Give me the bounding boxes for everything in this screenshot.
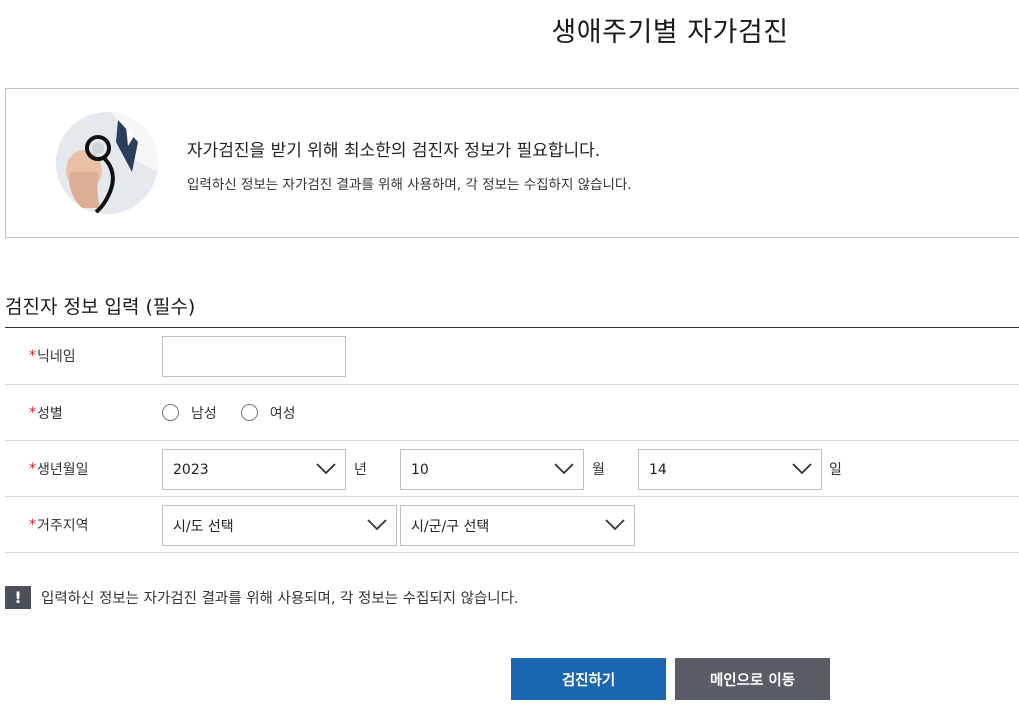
birthdate-label: * 생년월일 [29, 441, 89, 496]
gender-radio-group: 남성 여성 [162, 385, 320, 440]
birth-year-select[interactable]: 2023 [162, 449, 346, 490]
gender-male-label: 남성 [191, 405, 217, 422]
birth-day-select[interactable]: 14 [638, 449, 822, 490]
chevron-down-icon [316, 463, 336, 475]
required-mark: * [29, 516, 36, 533]
form-table: * 닉네임 * 성별 남성 여성 * 생년월일 2023 년 10 월 14 일… [5, 327, 1019, 553]
chevron-down-icon [367, 519, 387, 531]
birthdate-row: * 생년월일 2023 년 10 월 14 일 [5, 441, 1019, 497]
region-label: * 거주지역 [29, 497, 89, 552]
radio-circle-icon[interactable] [240, 404, 258, 421]
year-unit: 년 [354, 461, 367, 478]
district-select[interactable]: 시/군/구 선택 [400, 505, 635, 546]
stethoscope-doctor-photo [56, 112, 158, 214]
nickname-input[interactable] [162, 336, 346, 377]
intro-info-box: 자가검진을 받기 위해 최소한의 검진자 정보가 필요합니다. 입력하신 정보는… [5, 88, 1019, 238]
privacy-notice: ! 입력하신 정보는 자가검진 결과를 위해 사용되며, 각 정보는 수집되지 … [5, 586, 519, 609]
gender-label-text: 성별 [37, 405, 63, 422]
page-title: 생애주기별 자가검진 [551, 17, 789, 48]
birth-month-value: 10 [411, 461, 429, 478]
form-section-title: 검진자 정보 입력 (필수) [5, 296, 196, 318]
day-unit: 일 [829, 461, 842, 478]
gender-female-label: 여성 [269, 405, 296, 422]
go-main-button[interactable]: 메인으로 이동 [675, 658, 830, 700]
birthdate-label-text: 생년월일 [37, 461, 89, 478]
chevron-down-icon [605, 519, 625, 531]
month-unit: 월 [592, 461, 605, 478]
birth-day-value: 14 [649, 461, 667, 478]
region-row: * 거주지역 시/도 선택 시/군/구 선택 [5, 497, 1019, 553]
gender-label: * 성별 [29, 385, 63, 440]
required-mark: * [29, 404, 36, 421]
required-mark: * [29, 460, 36, 477]
exclamation-icon: ! [5, 586, 31, 609]
district-value: 시/군/구 선택 [411, 518, 490, 535]
nickname-row: * 닉네임 [5, 328, 1019, 385]
province-value: 시/도 선택 [173, 518, 234, 535]
intro-main-text: 자가검진을 받기 위해 최소한의 검진자 정보가 필요합니다. [187, 141, 601, 161]
privacy-notice-text: 입력하신 정보는 자가검진 결과를 위해 사용되며, 각 정보는 수집되지 않습… [41, 591, 519, 607]
birth-year-value: 2023 [173, 461, 209, 478]
province-select[interactable]: 시/도 선택 [162, 505, 397, 546]
gender-row: * 성별 남성 여성 [5, 385, 1019, 441]
region-label-text: 거주지역 [37, 517, 89, 534]
gender-male-radio[interactable]: 남성 [162, 403, 217, 423]
intro-sub-text: 입력하신 정보는 자가검진 결과를 위해 사용하며, 각 정보는 수집하지 않습… [187, 177, 632, 193]
birth-month-select[interactable]: 10 [400, 449, 584, 490]
chevron-down-icon [792, 463, 812, 475]
submit-checkup-button[interactable]: 검진하기 [511, 658, 666, 700]
nickname-label-text: 닉네임 [37, 349, 76, 365]
radio-circle-icon[interactable] [162, 404, 179, 421]
required-mark: * [29, 348, 36, 364]
chevron-down-icon [554, 463, 574, 475]
gender-female-radio[interactable]: 여성 [240, 403, 296, 423]
nickname-label: * 닉네임 [29, 328, 76, 384]
